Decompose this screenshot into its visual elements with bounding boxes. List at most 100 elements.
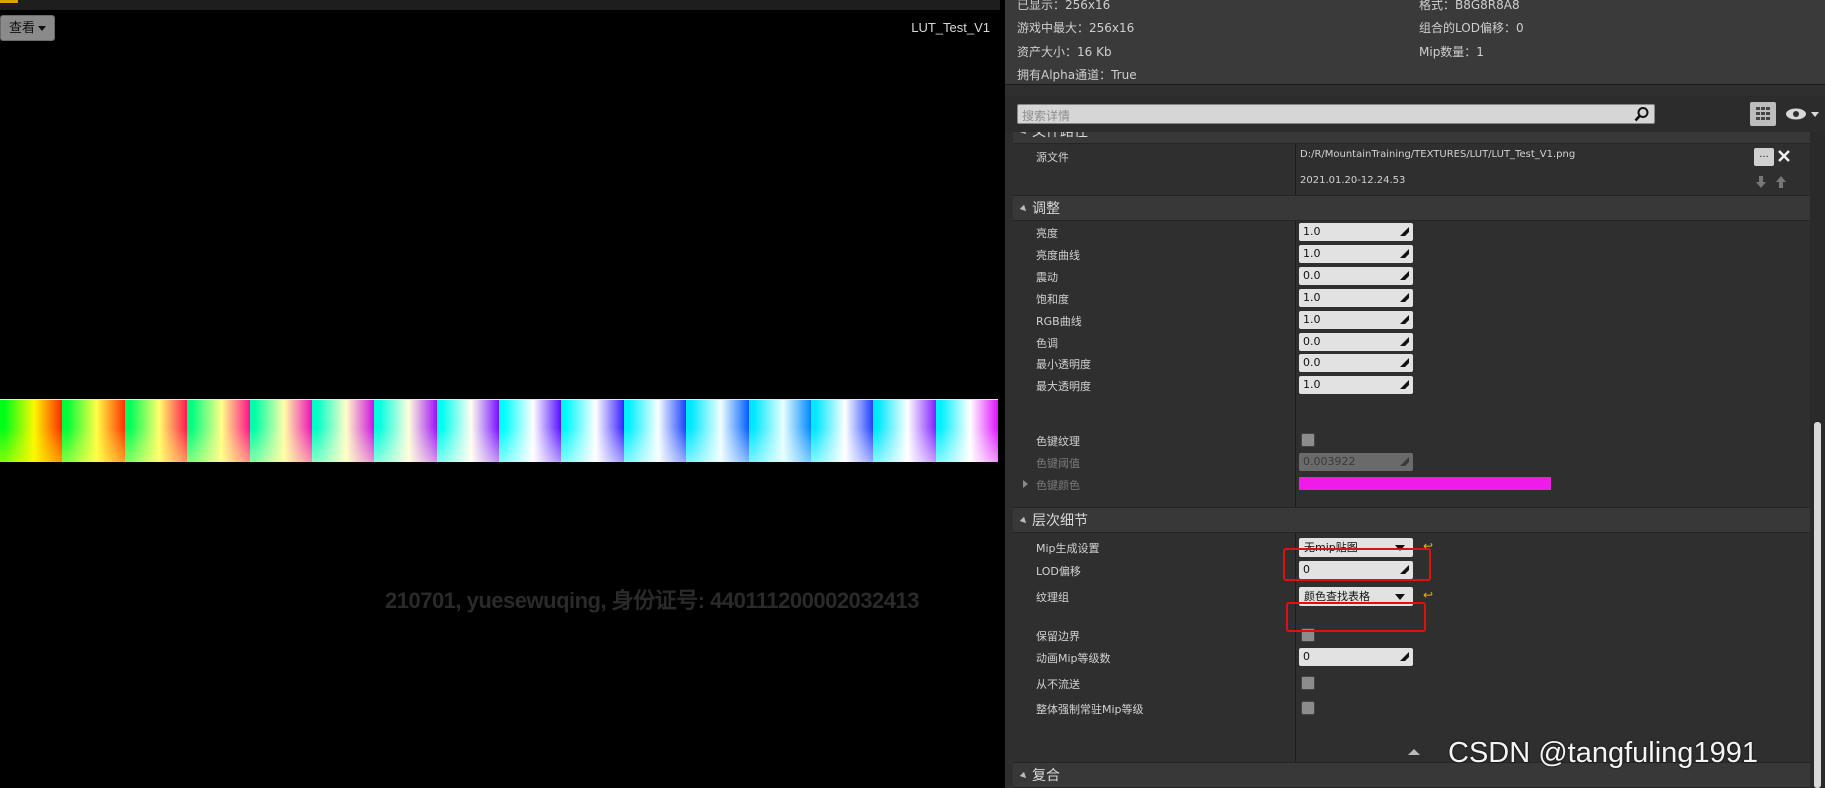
details-property-list: 文件路径 源文件 D:/R/MountainTraining/TEXTURES/… [1013,132,1810,788]
numeric-field[interactable]: 1.0 [1299,311,1413,329]
drag-handle-icon [1400,249,1409,258]
numeric-field[interactable]: 1.0 [1299,245,1413,263]
property-source-file: 源文件 D:/R/MountainTraining/TEXTURES/LUT/L… [1013,144,1810,169]
collapse-triangle-icon [1019,132,1029,137]
numeric-field[interactable]: 0.0 [1299,267,1413,285]
view-menu-button[interactable]: 查看 [0,15,56,41]
search-input[interactable] [1018,107,1618,125]
numeric-field[interactable]: 1.0 [1299,376,1413,394]
expand-arrow-icon[interactable] [1023,480,1028,488]
property-label: 动画Mip等级数 [1036,652,1111,665]
property-label: 最大透明度 [1036,380,1091,393]
numeric-field[interactable]: 0.0 [1299,354,1413,372]
csdn-watermark: CSDN @tangfuling1991 [1448,737,1758,769]
field-value: 0.0 [1303,356,1321,369]
category-level-of-detail[interactable]: 层次细节 [1013,507,1810,533]
property-label: 亮度曲线 [1036,249,1080,262]
arrow-down-icon[interactable] [1755,175,1767,189]
numeric-field[interactable]: 0.0 [1299,333,1413,351]
drag-handle-icon [1400,315,1409,324]
property-label: 饱和度 [1036,293,1069,306]
viewport-top-bar [0,0,1000,10]
chroma-color-swatch[interactable] [1299,477,1551,490]
lut-tile [374,400,437,462]
arrow-up-icon[interactable] [1775,175,1787,189]
category-compositing-label: 复合 [1032,768,1060,784]
viewport-tab-marker [0,0,18,3]
adjust-row: 最大透明度 1.0 [1013,373,1810,398]
property-label: 整体强制常驻Mip等级 [1036,703,1144,716]
details-scrollbar[interactable] [1810,132,1825,788]
lut-tile [810,400,874,462]
eye-icon [1786,108,1819,120]
property-force-resident-mips: 整体强制常驻Mip等级 [1013,696,1810,721]
lut-texture-preview [0,399,998,462]
lut-tile [249,400,312,462]
force-resident-checkbox[interactable] [1301,701,1315,715]
info-mip-count: Mip数量：1 [1419,45,1484,59]
numeric-field[interactable]: 1.0 [1299,289,1413,307]
field-value: 1.0 [1303,225,1321,238]
property-label: 从不流送 [1036,678,1080,691]
view-options-button[interactable] [1785,104,1821,124]
drag-handle-icon [1400,227,1409,236]
source-timestamp: 2021.01.20-12.24.53 [1300,175,1406,186]
lut-tile [499,400,562,462]
property-matrix-button[interactable] [1750,102,1776,126]
property-label: 源文件 [1036,151,1069,164]
browse-button-label: ... [1759,149,1769,160]
chevron-down-icon [1395,594,1405,600]
never-stream-checkbox[interactable] [1301,676,1315,690]
collapse-triangle-icon [1019,771,1029,781]
drag-handle-icon [1400,271,1409,280]
property-label: 色键阈值 [1036,457,1080,470]
category-lod-label: 层次细节 [1032,513,1088,529]
reset-to-default-icon[interactable]: ↩ [1423,588,1433,602]
lut-tile [935,400,998,462]
chevron-down-icon [38,26,47,31]
close-icon[interactable] [1777,149,1791,163]
info-format: 格式：B8G8R8A8 [1419,0,1520,12]
property-label: RGB曲线 [1036,315,1082,328]
chroma-threshold-field: 0.003922 [1299,453,1413,471]
info-has-alpha: 拥有Alpha通道：True [1017,68,1137,82]
info-resource-size: 资产大小：16 Kb [1017,45,1112,59]
field-value: 0.0 [1303,269,1321,282]
field-value: 1.0 [1303,378,1321,391]
category-file-path-label: 文件路径 [1032,132,1088,140]
lut-tile [748,400,811,462]
lut-tile [124,400,188,462]
drag-handle-icon [1400,652,1409,661]
property-source-timestamp: 2021.01.20-12.24.53 [1013,170,1810,195]
field-value: 0 [1303,650,1310,663]
lut-tile [311,400,375,462]
scrollbar-thumb[interactable] [1814,422,1821,788]
browse-button[interactable]: ... [1754,148,1774,166]
highlight-box-mip-gen-settings [1283,548,1431,581]
lut-tile [0,400,63,462]
lut-tile [62,400,125,462]
property-chroma-color: 色键颜色 [1013,472,1810,497]
drag-handle-icon [1400,293,1409,302]
property-label: 色键纹理 [1036,435,1080,448]
drag-handle-icon [1400,337,1409,346]
search-box[interactable] [1017,104,1655,125]
search-icon[interactable] [1634,106,1650,122]
lut-tile [686,400,749,462]
numeric-field[interactable]: 1.0 [1299,223,1413,241]
texture-viewport[interactable]: 查看 LUT_Test_V1 210701, yuesewuqing, 身份证号… [0,0,1000,788]
lut-tile [187,400,250,462]
anim-mip-field[interactable]: 0 [1299,648,1413,666]
property-label: 保留边界 [1036,630,1080,643]
asset-name-label: LUT_Test_V1 [911,20,990,35]
property-label: 亮度 [1036,227,1058,240]
collapse-triangle-icon [1019,516,1029,526]
field-value: 1.0 [1303,313,1321,326]
category-file-path[interactable]: 文件路径 [1013,132,1810,144]
property-label: 最小透明度 [1036,358,1091,371]
field-value: 0.0 [1303,335,1321,348]
category-adjustments[interactable]: 调整 [1013,195,1810,221]
advanced-collapse-arrow-icon[interactable] [1408,749,1420,755]
chroma-key-checkbox[interactable] [1301,433,1315,447]
lut-tile [436,400,499,462]
